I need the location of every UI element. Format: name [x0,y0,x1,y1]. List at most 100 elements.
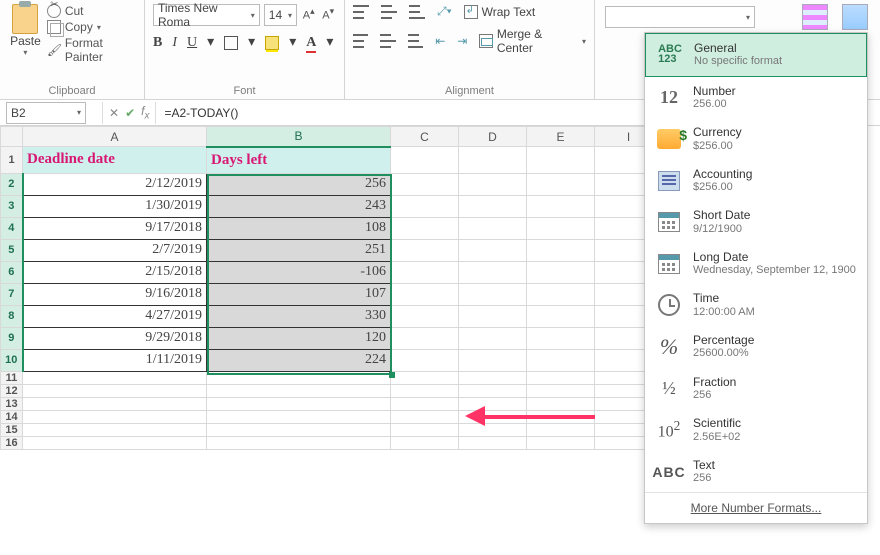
cell-D8[interactable] [459,305,527,327]
grow-font-button[interactable]: A▴ [301,6,316,24]
cell-D1[interactable] [459,147,527,174]
cell-D3[interactable] [459,195,527,217]
cell-B7[interactable]: 107 [207,283,391,305]
col-header-C[interactable]: C [391,127,459,147]
cell-D11[interactable] [459,371,527,384]
cell-B16[interactable] [207,436,391,449]
italic-button[interactable]: I [172,35,177,51]
cell-A11[interactable] [23,371,207,384]
row-header-11[interactable]: 11 [1,371,23,384]
format-painter-button[interactable]: Format Painter [47,36,136,64]
row-header-13[interactable]: 13 [1,397,23,410]
font-color-button[interactable]: A [306,35,316,51]
cell-C3[interactable] [391,195,459,217]
cell-B12[interactable] [207,384,391,397]
cell-C10[interactable] [391,349,459,371]
cell-D2[interactable] [459,173,527,195]
cell-B8[interactable]: 330 [207,305,391,327]
number-format-option-currency[interactable]: Currency$256.00 [645,118,867,160]
cell-D5[interactable] [459,239,527,261]
cell-C5[interactable] [391,239,459,261]
cell-E8[interactable] [527,305,595,327]
row-header-7[interactable]: 7 [1,283,23,305]
cell-A2[interactable]: 2/12/2019 [23,173,207,195]
selection-fill-handle[interactable] [389,372,395,378]
cell-C14[interactable] [391,410,459,423]
cell-E10[interactable] [527,349,595,371]
select-all-corner[interactable] [1,127,23,147]
row-header-10[interactable]: 10 [1,349,23,371]
number-format-option-number[interactable]: 12Number256.00 [645,77,867,119]
cell-D4[interactable] [459,217,527,239]
name-box[interactable]: B2 ▾ [6,102,86,124]
align-center-button[interactable] [380,34,395,48]
number-format-option-percentage[interactable]: %Percentage25600.00% [645,326,867,368]
fill-color-button[interactable] [265,36,279,50]
cell-D10[interactable] [459,349,527,371]
orientation-button[interactable]: ⤢▾ [437,4,452,19]
cell-B13[interactable] [207,397,391,410]
cell-C9[interactable] [391,327,459,349]
row-header-3[interactable]: 3 [1,195,23,217]
cell-C15[interactable] [391,423,459,436]
cell-E7[interactable] [527,283,595,305]
row-header-9[interactable]: 9 [1,327,23,349]
cell-A13[interactable] [23,397,207,410]
row-header-15[interactable]: 15 [1,423,23,436]
cell-E4[interactable] [527,217,595,239]
paste-button[interactable]: Paste ▾ [8,4,43,64]
cell-C1[interactable] [391,147,459,174]
number-format-select[interactable]: ▾ [605,6,755,28]
chevron-down-icon[interactable]: ▾ [97,23,101,32]
cell-C7[interactable] [391,283,459,305]
cell-A4[interactable]: 9/17/2018 [23,217,207,239]
row-header-12[interactable]: 12 [1,384,23,397]
chevron-down-icon[interactable]: ▾ [326,34,333,51]
cell-A7[interactable]: 9/16/2018 [23,283,207,305]
number-format-option-longdate[interactable]: Long DateWednesday, September 12, 1900 [645,243,867,285]
cell-D12[interactable] [459,384,527,397]
cell-A3[interactable]: 1/30/2019 [23,195,207,217]
row-header-2[interactable]: 2 [1,173,23,195]
cell-B4[interactable]: 108 [207,217,391,239]
col-header-B[interactable]: B [207,127,391,147]
chevron-down-icon[interactable]: ▾ [289,34,296,51]
decrease-indent-button[interactable]: ⇤ [435,34,445,48]
row-header-16[interactable]: 16 [1,436,23,449]
row-header-6[interactable]: 6 [1,261,23,283]
cell-B10[interactable]: 224 [207,349,391,371]
shrink-font-button[interactable]: A▾ [321,6,336,24]
col-header-A[interactable]: A [23,127,207,147]
more-number-formats-link[interactable]: More Number Formats... [645,492,867,523]
merge-center-button[interactable]: Merge & Center ▾ [479,27,586,55]
cell-B1[interactable]: Days left [207,147,391,174]
cell-B6[interactable]: -106 [207,261,391,283]
row-header-1[interactable]: 1 [1,147,23,174]
cell-E9[interactable] [527,327,595,349]
cell-E1[interactable] [527,147,595,174]
format-as-table-button[interactable] [842,4,868,30]
row-header-8[interactable]: 8 [1,305,23,327]
cell-A16[interactable] [23,436,207,449]
cell-D16[interactable] [459,436,527,449]
cell-D7[interactable] [459,283,527,305]
cell-E6[interactable] [527,261,595,283]
font-size-select[interactable]: 14 ▾ [264,4,297,26]
number-format-option-time[interactable]: Time12:00:00 AM [645,284,867,326]
chevron-down-icon[interactable]: ▾ [23,48,27,57]
underline-button[interactable]: U [187,35,197,51]
increase-indent-button[interactable]: ⇥ [457,34,467,48]
cell-E16[interactable] [527,436,595,449]
font-name-select[interactable]: Times New Roma ▾ [153,4,260,26]
col-header-E[interactable]: E [527,127,595,147]
insert-function-button[interactable]: fx [141,104,149,121]
cell-A14[interactable] [23,410,207,423]
cell-A15[interactable] [23,423,207,436]
col-header-D[interactable]: D [459,127,527,147]
cell-E11[interactable] [527,371,595,384]
align-middle-button[interactable] [381,5,397,19]
cell-B11[interactable] [207,371,391,384]
cell-B15[interactable] [207,423,391,436]
enter-formula-button[interactable]: ✔ [125,106,135,120]
cell-D9[interactable] [459,327,527,349]
